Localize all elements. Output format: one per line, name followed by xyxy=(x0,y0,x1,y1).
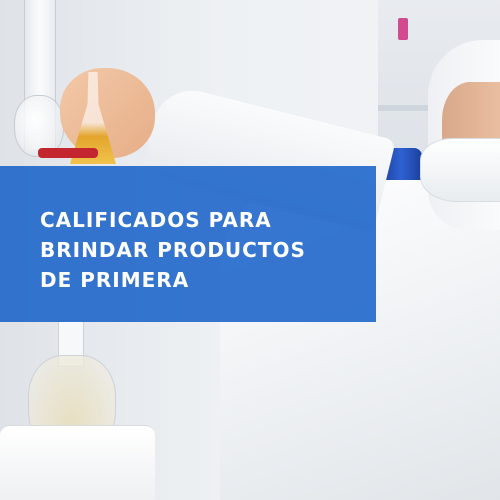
lab-photo: CALIFICADOS PARA BRINDAR PRODUCTOS DE PR… xyxy=(0,0,500,500)
headline: CALIFICADOS PARA BRINDAR PRODUCTOS DE PR… xyxy=(40,205,370,295)
heating-mantle xyxy=(0,425,155,500)
face-mask xyxy=(420,138,500,202)
flask-clamp xyxy=(38,148,98,158)
headline-line-2: BRINDAR PRODUCTOS xyxy=(40,238,306,262)
pink-bottle xyxy=(398,18,408,40)
headline-line-1: CALIFICADOS PARA xyxy=(40,208,272,232)
headline-line-3: DE PRIMERA xyxy=(40,268,190,292)
